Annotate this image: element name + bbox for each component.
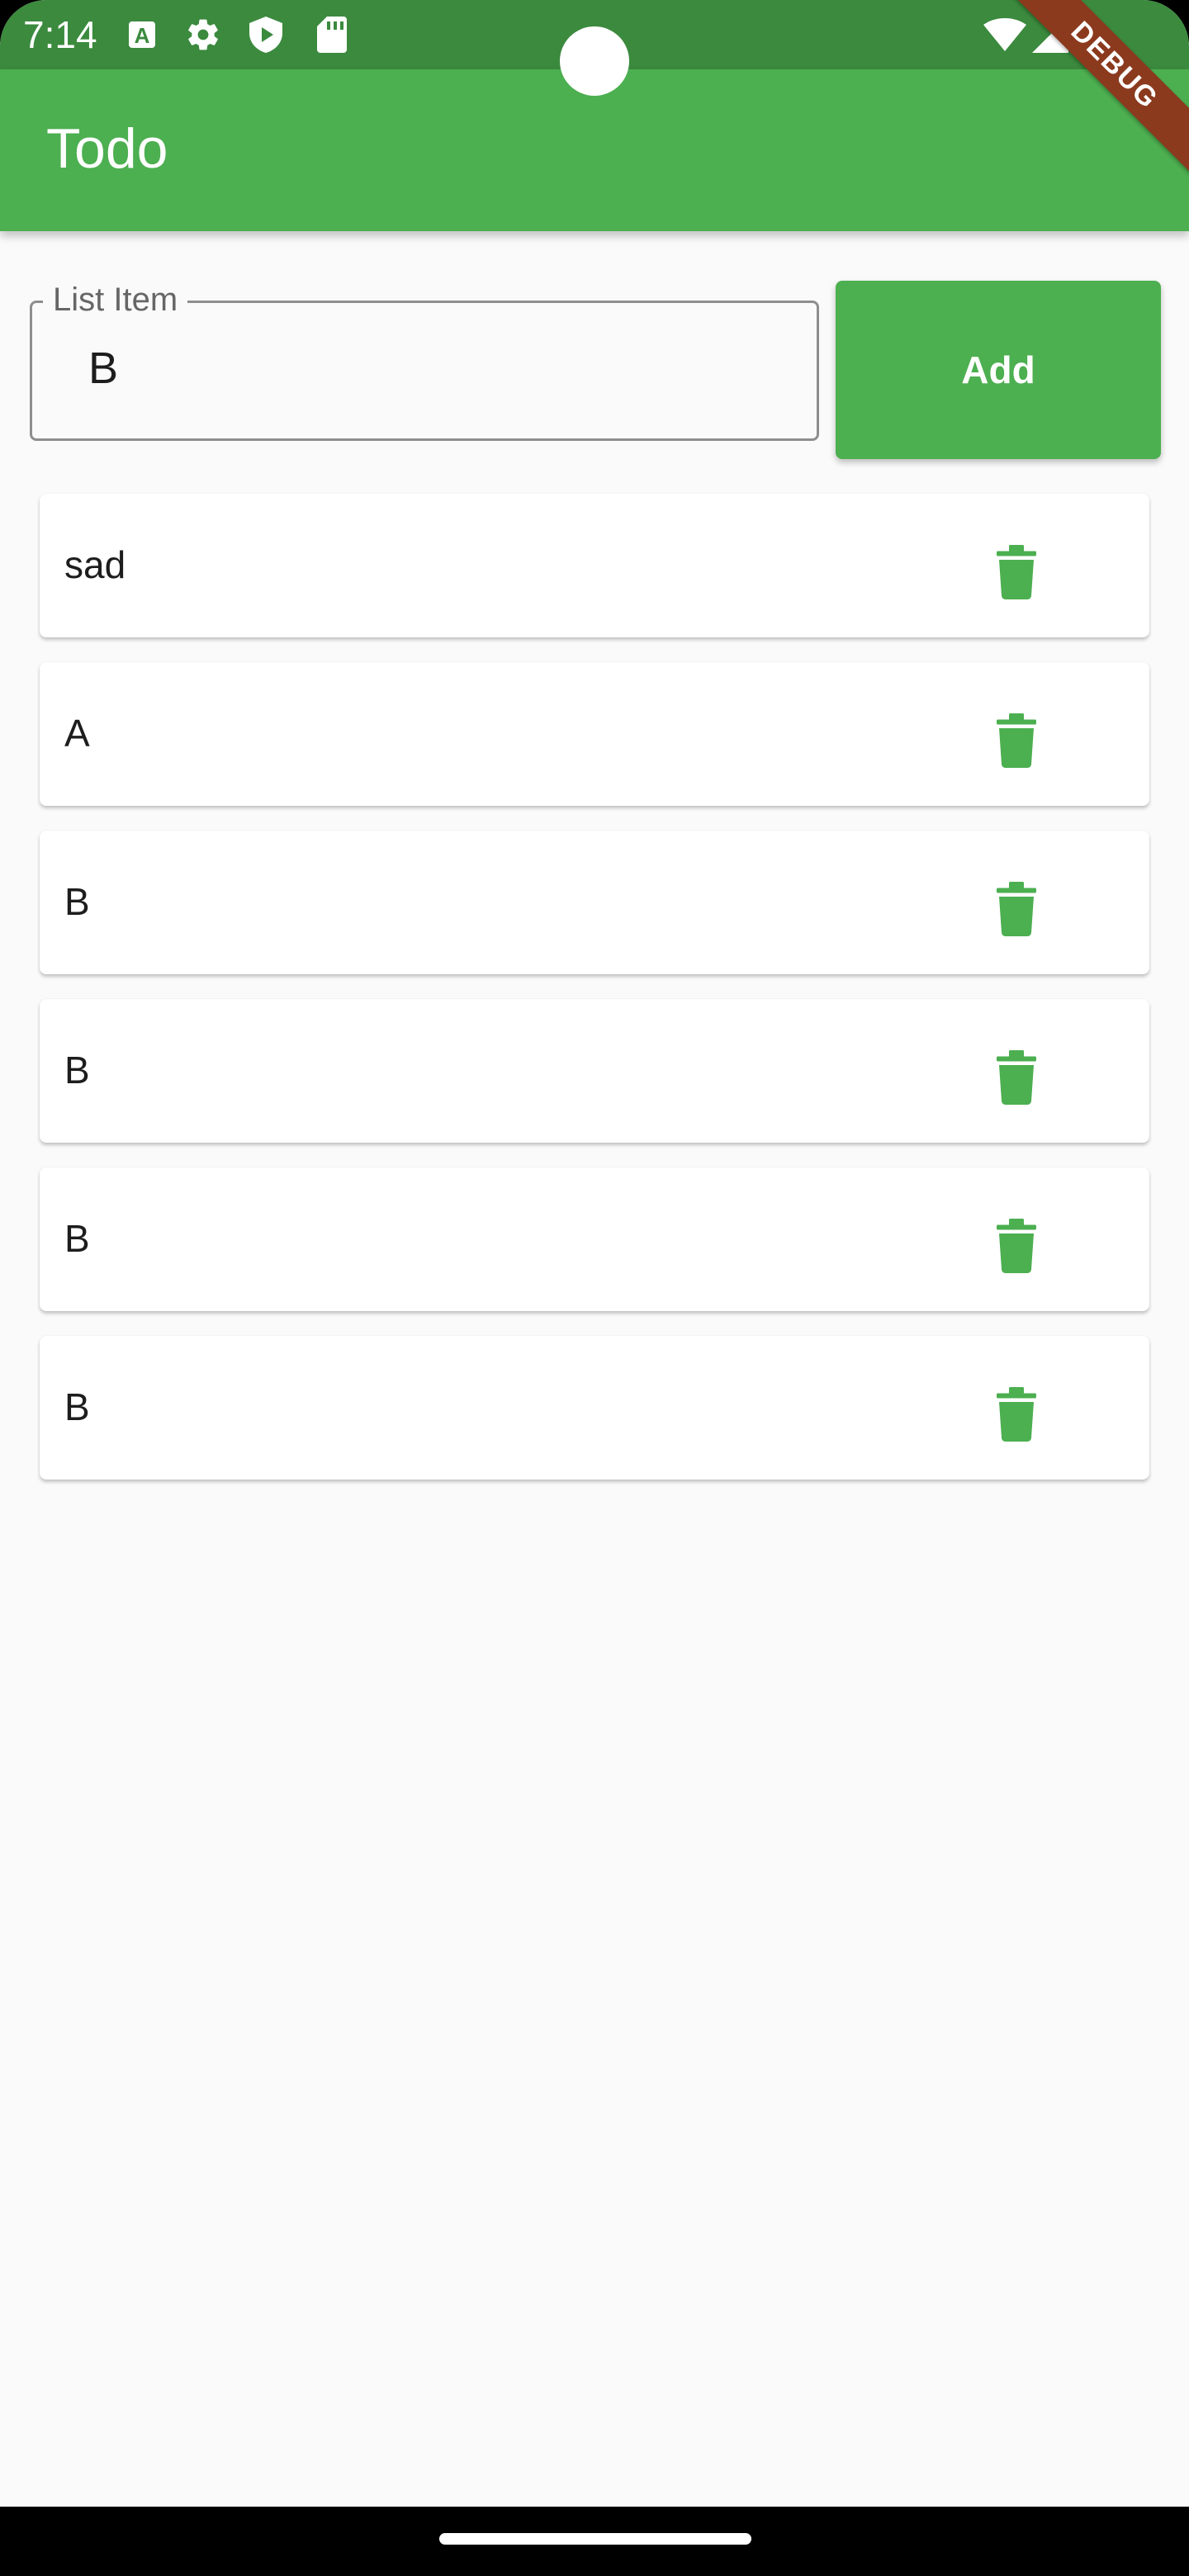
svg-text:A: A (135, 23, 150, 48)
list-item-input[interactable]: B (30, 301, 819, 441)
list-item-label: B (64, 880, 90, 923)
list-item: B (40, 1336, 1149, 1480)
app-title: Todo (46, 117, 168, 180)
list-item: B (40, 999, 1149, 1143)
add-button[interactable]: Add (836, 281, 1161, 459)
list-item-label: sad (64, 543, 126, 586)
trash-icon[interactable] (979, 703, 1054, 778)
todo-list: sad A B B B B (40, 494, 1149, 1504)
camera-cutout (560, 26, 629, 96)
sd-card-icon (314, 17, 350, 53)
navigation-bar (0, 2507, 1189, 2576)
trash-icon[interactable] (979, 1377, 1054, 1451)
list-item: sad (40, 494, 1149, 637)
add-button-label: Add (961, 348, 1035, 391)
list-item-label: B (64, 1217, 90, 1260)
list-item-label: A (64, 712, 90, 755)
home-indicator[interactable] (439, 2533, 751, 2545)
list-item-label: B (64, 1049, 90, 1091)
trash-icon[interactable] (979, 872, 1054, 946)
trash-icon[interactable] (979, 1209, 1054, 1283)
list-item-label: B (64, 1385, 90, 1428)
wifi-icon (983, 17, 1027, 53)
list-item: B (40, 1167, 1149, 1311)
status-time: 7:14 (23, 13, 97, 56)
list-item-input-label: List Item (43, 279, 188, 320)
trash-icon[interactable] (979, 1040, 1054, 1115)
list-item-input-value: B (88, 343, 119, 393)
shield-play-icon (248, 17, 284, 53)
list-item: A (40, 662, 1149, 806)
trash-icon[interactable] (979, 535, 1054, 609)
list-item: B (40, 831, 1149, 974)
gear-icon (185, 17, 221, 53)
a-letter-icon: A (124, 17, 160, 53)
app-screen: 7:14 A DEBUG Todo B List Item Add sad A … (0, 0, 1189, 2576)
